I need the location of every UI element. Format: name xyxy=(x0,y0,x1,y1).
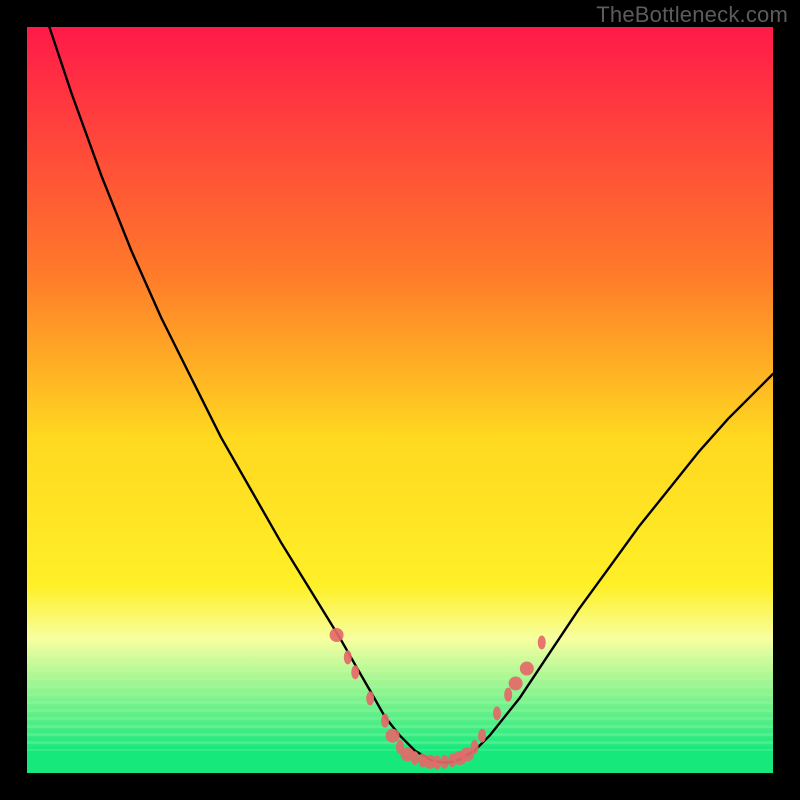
curve-marker xyxy=(520,662,534,676)
curve-marker xyxy=(471,740,479,754)
curve-marker xyxy=(386,729,400,743)
curve-marker xyxy=(330,628,344,642)
curve-marker xyxy=(366,691,374,705)
curve-marker xyxy=(493,706,501,720)
plot-area xyxy=(27,27,773,773)
curve-marker xyxy=(433,756,441,770)
chart-svg xyxy=(27,27,773,773)
curve-marker xyxy=(504,688,512,702)
curve-marker xyxy=(538,635,546,649)
curve-marker xyxy=(344,650,352,664)
curve-marker xyxy=(381,714,389,728)
curve-marker xyxy=(478,729,486,743)
curve-marker xyxy=(509,676,523,690)
chart-frame: TheBottleneck.com xyxy=(0,0,800,800)
curve-marker xyxy=(351,665,359,679)
curve-marker xyxy=(411,751,419,765)
curve-marker xyxy=(441,755,449,769)
watermark-label: TheBottleneck.com xyxy=(596,2,788,28)
